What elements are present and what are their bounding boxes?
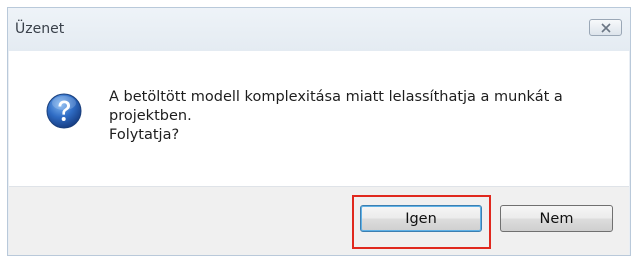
message-line-3: Folytatja? <box>109 127 180 143</box>
dialog-title: Üzenet <box>15 21 65 37</box>
dialog-message: A betöltött modell komplexitása miatt le… <box>109 88 609 145</box>
message-line-2: projektben. <box>109 108 192 124</box>
close-icon <box>600 22 611 33</box>
close-button[interactable] <box>589 19 622 36</box>
message-line-1: A betöltött modell komplexitása miatt le… <box>109 89 563 105</box>
dialog-titlebar: Üzenet <box>8 8 630 51</box>
no-button[interactable]: Nem <box>500 205 613 232</box>
question-icon <box>46 93 82 129</box>
dialog-content: A betöltött modell komplexitása miatt le… <box>9 51 629 186</box>
yes-button[interactable]: Igen <box>360 205 482 232</box>
